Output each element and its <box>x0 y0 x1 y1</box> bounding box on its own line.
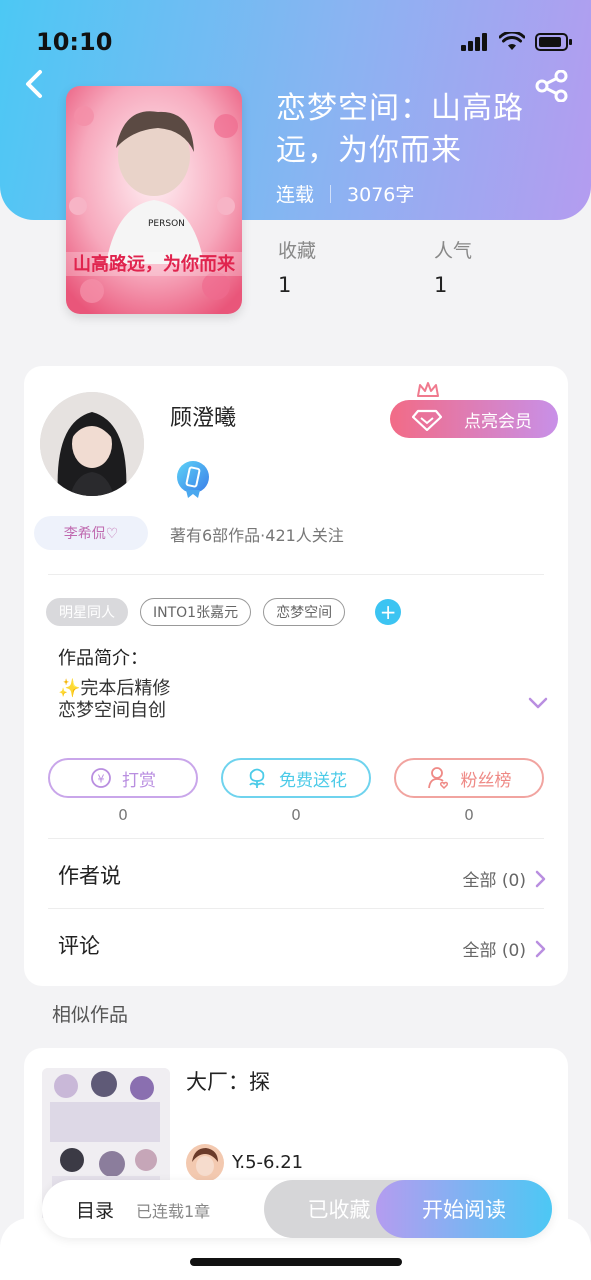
cover-title-text: 山高路远，为你而来 <box>73 253 236 275</box>
divider <box>48 838 544 839</box>
stat-favorites-value: 1 <box>278 273 292 297</box>
fan-rank-label: 粉丝榜 <box>460 770 512 791</box>
fan-user-icon <box>427 767 448 790</box>
stat-favorites-label: 收藏 <box>278 240 317 262</box>
author-badge-icon[interactable] <box>176 460 210 500</box>
stat-popularity: 人气 1 <box>434 236 472 297</box>
intro-line: 恋梦空间自创 <box>58 700 166 721</box>
chevron-right-icon <box>535 940 546 957</box>
tip-button[interactable]: ¥ 打赏 <box>48 758 198 798</box>
tip-count: 0 <box>118 806 128 824</box>
fan-rank-button[interactable]: 粉丝榜 <box>394 758 544 798</box>
yen-coin-icon: ¥ <box>91 768 111 788</box>
back-icon[interactable] <box>20 66 52 102</box>
author-says-count: 全部 (0) <box>462 871 526 891</box>
comments-link[interactable]: 全部 (0) <box>463 936 546 961</box>
svg-text:PERSON: PERSON <box>148 219 185 229</box>
similar-author-name: Y.5-6.21 <box>232 1152 304 1173</box>
intro-text: ✨完本后精修 恋梦空间自创 <box>58 678 170 722</box>
divider <box>48 574 544 575</box>
battery-icon <box>535 33 572 51</box>
author-stats: 著有6部作品·421人关注 <box>170 526 344 545</box>
status-icons <box>461 32 573 52</box>
comments-count: 全部 (0) <box>462 941 526 961</box>
tip-label: 打赏 <box>122 770 156 791</box>
collected-label: 已收藏 <box>307 1198 371 1222</box>
start-reading-label: 开始阅读 <box>422 1198 506 1222</box>
comments-label[interactable]: 评论 <box>58 930 100 960</box>
fan-rank-count: 0 <box>464 806 474 824</box>
author-avatar[interactable] <box>40 392 144 496</box>
stat-popularity-label: 人气 <box>434 240 473 262</box>
author-avatar-tag: 李希侃♡ <box>34 516 148 550</box>
tag-list: 明星同人 INTO1张嘉元 恋梦空间 + <box>46 598 402 626</box>
author-avatar-art <box>40 392 144 496</box>
svg-text:¥: ¥ <box>98 773 105 786</box>
author-says-label[interactable]: 作者说 <box>58 860 121 890</box>
book-title: 恋梦空间：山高路远，为你而来 <box>276 91 524 168</box>
stat-favorites: 收藏 1 <box>278 236 316 297</box>
book-cover-art: PERSON 山高路远，为你而来 <box>66 86 242 314</box>
tag-item[interactable]: INTO1张嘉元 <box>140 598 252 626</box>
similar-section-title: 相似作品 <box>52 1004 129 1026</box>
book-meta: 连载 3076字 <box>276 180 414 207</box>
signal-icon <box>461 33 487 51</box>
author-name[interactable]: 顾澄曦 <box>170 400 236 432</box>
meta-separator <box>330 184 332 203</box>
status-bar: 10:10 <box>0 0 591 80</box>
status-time: 10:10 <box>36 28 113 56</box>
flower-icon <box>249 768 265 788</box>
send-flower-button[interactable]: 免费送花 <box>221 758 371 798</box>
chevron-right-icon <box>535 870 546 887</box>
send-flower-count: 0 <box>291 806 301 824</box>
author-says-link[interactable]: 全部 (0) <box>463 866 546 891</box>
similar-author-avatar <box>186 1144 224 1182</box>
start-reading-button[interactable]: 开始阅读 <box>376 1180 552 1238</box>
author-card: 李希侃♡ 顾澄曦 点亮会员 著有6部作品·421人关注 明星同人 INTO1张嘉… <box>24 366 568 986</box>
tag-item[interactable]: 恋梦空间 <box>263 598 346 626</box>
book-word-count: 3076字 <box>347 184 415 206</box>
toc-chapter-count[interactable]: 已连载1章 <box>136 1198 210 1222</box>
toc-button[interactable]: 目录 <box>76 1196 114 1223</box>
similar-author-avatar-art <box>186 1144 224 1182</box>
book-status: 连载 <box>276 184 315 206</box>
send-flower-label: 免费送花 <box>279 770 347 791</box>
diamond-icon <box>412 409 442 431</box>
vip-button-label: 点亮会员 <box>464 411 532 432</box>
divider <box>48 908 544 909</box>
intro-label: 作品简介： <box>58 648 148 669</box>
wifi-icon <box>499 32 525 50</box>
crown-icon <box>417 382 439 397</box>
similar-book-title: 大厂：探 <box>186 1070 270 1094</box>
home-indicator <box>190 1258 402 1266</box>
stat-popularity-value: 1 <box>434 273 448 297</box>
add-tag-button[interactable]: + <box>375 599 402 625</box>
bottom-action-bar: 目录 已连载1章 已收藏 开始阅读 <box>42 1180 552 1238</box>
chevron-down-icon[interactable] <box>528 696 548 710</box>
tag-item[interactable]: 明星同人 <box>46 598 128 626</box>
intro-line: ✨完本后精修 <box>58 678 171 699</box>
book-cover[interactable]: PERSON 山高路远，为你而来 <box>66 86 242 314</box>
